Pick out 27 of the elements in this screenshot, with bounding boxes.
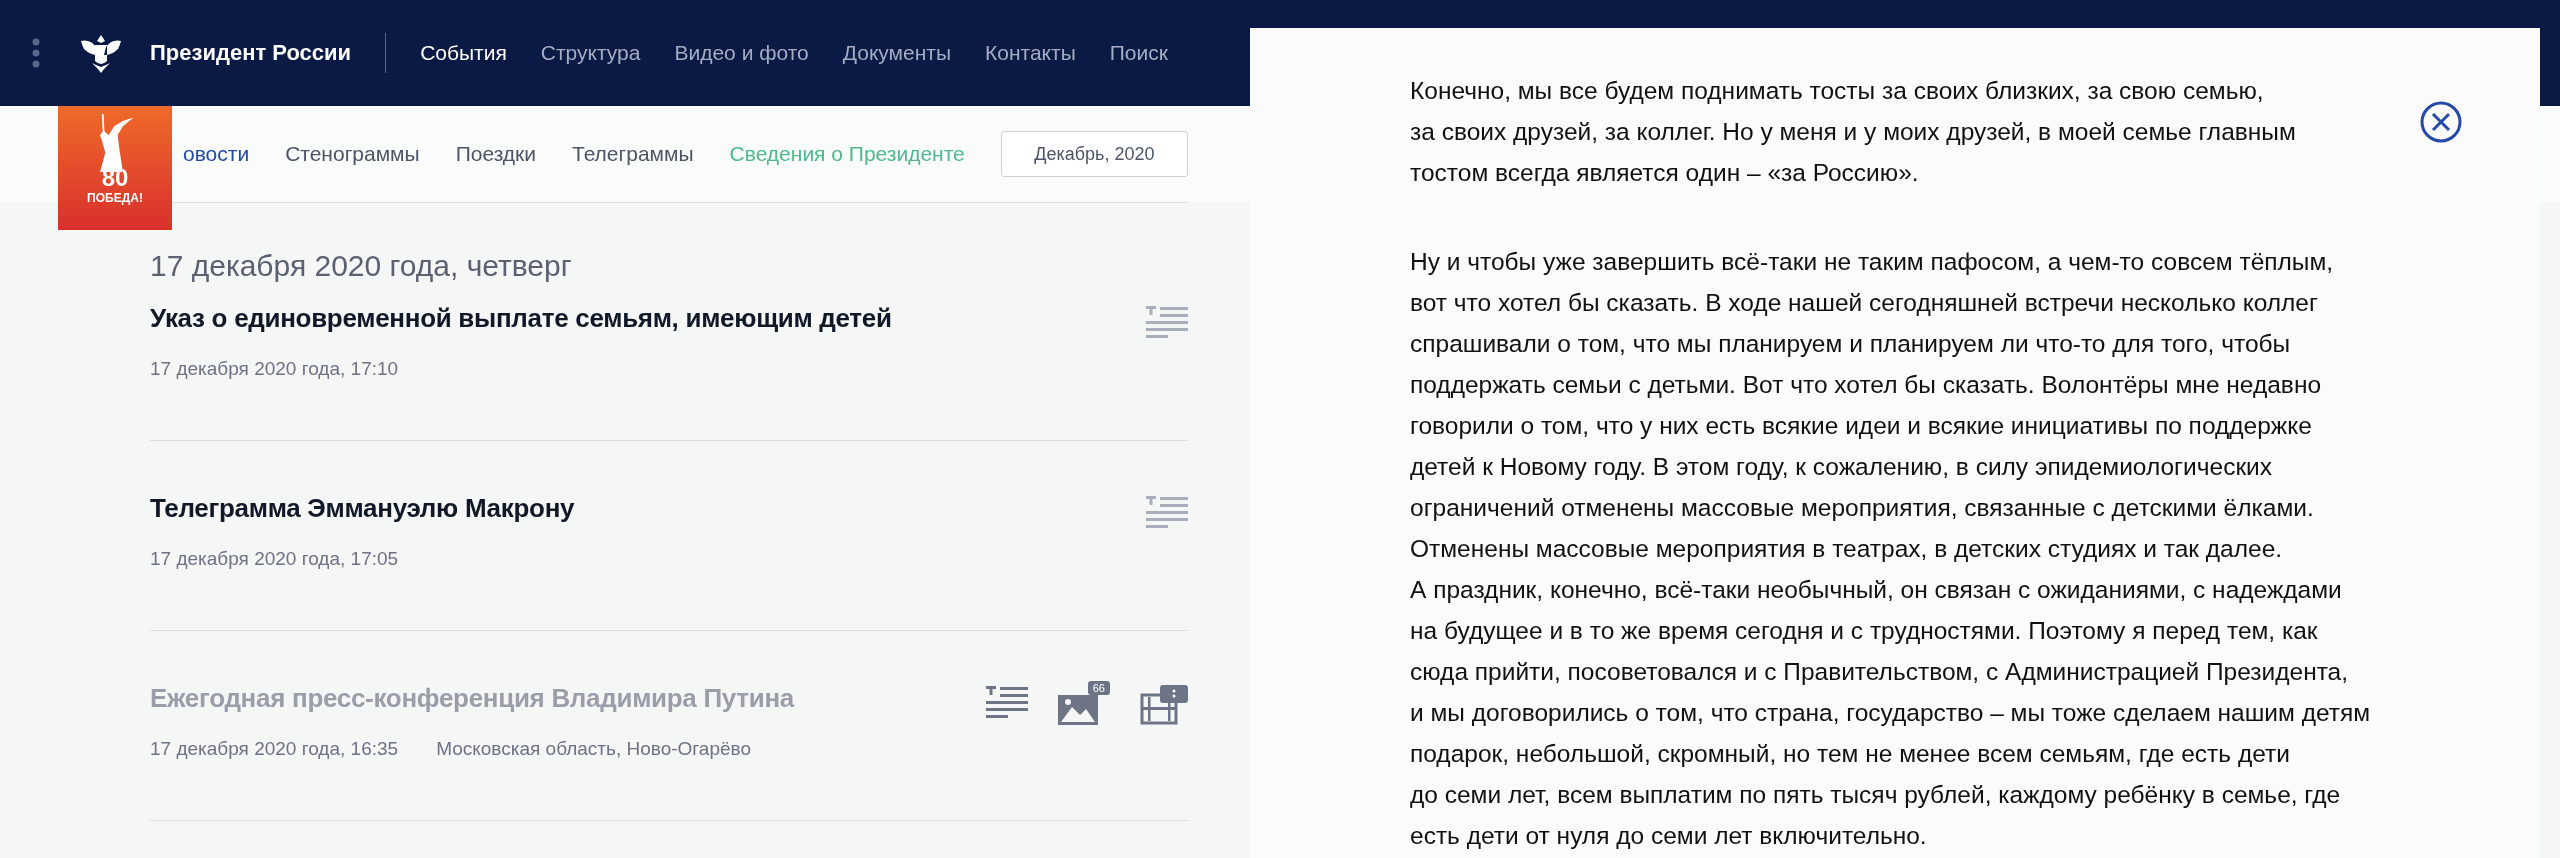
news-time: 17 декабря 2020 года, 17:10	[150, 358, 399, 380]
badge-caption: ПОБЕДА!	[87, 190, 143, 206]
nav-link[interactable]: События	[420, 41, 507, 65]
section-tab[interactable]: Поездки	[455, 142, 536, 166]
nav-link[interactable]: Документы	[842, 41, 952, 65]
transcript-paragraph: Конечно, мы все будем поднимать тосты за своих близких, за свою семью, за своих друзей, за коллег. Но у меня и у моих друзей, в моей семье главным тостом всегда является один – «за Россию».	[1410, 76, 2296, 188]
section-tab[interactable]: Стенограммы	[285, 142, 420, 166]
news-title-link[interactable]: Телеграмма Эммануэлю Макрону	[150, 493, 575, 524]
site-title[interactable]: Президент России	[150, 40, 352, 66]
transcript-paragraph: Ну и чтобы уже завершить всё-таки не таким пафосом, а чем-то совсем тёплым, вот что хотел бы сказать. В ходе нашей сегодняшней встречи несколько коллег спрашивали о том, что мы планируем и планируем ли что-то для того, чтобы поддержать семьи с детьми. Вот что хотел бы сказать. Волонтёры мне недавно говорили о том, что у них есть всякие идеи и всякие инициативы по поддержке детей к Новому году. В этом году, к сожалению, в силу эпидемиологических ограничений отменены массовые мероприятия, связанные с детскими ёлками. Отменены массовые мероприятия в театрах, в детских студиях и так далее. А праздник, конечно, всё-таки необычный, он связан с ожиданиями, с надеждами на будущее и в то же время сегодня и с трудностями. Поэтому я перед тем, как сюда прийти, посоветовался и с Правительством, с Администрацией Президента, и мы договорились о том, что страна, государство – мы тоже сделаем нашим детям подарок, небольшой, скромный, но тем не менее всем семьям, где есть дети до семи лет, всем выплатим по пять тысяч рублей, каждому ребёнку в семье, где есть дети от нуля до семи лет включительно.	[1410, 247, 2371, 851]
nav-link[interactable]: Видео и фото	[674, 41, 809, 65]
section-tab[interactable]: Телеграммы	[572, 142, 694, 166]
close-icon[interactable]	[2420, 101, 2462, 143]
news-time: 17 декабря 2020 года, 16:35	[150, 738, 399, 760]
date-heading: 17 декабря 2020 года, четверг	[150, 249, 573, 283]
news-title-link[interactable]: Указ о единовременной выплате семьям, имеющим детей	[150, 303, 892, 334]
news-place: Московская область, Ново-Огарёво	[436, 738, 751, 760]
nav-link[interactable]: Поиск	[1109, 41, 1168, 65]
month-picker-button[interactable]: Декабрь, 2020	[1000, 131, 1188, 177]
nav-link[interactable]: Контакты	[985, 41, 1076, 65]
section-tab[interactable]: овости	[183, 142, 250, 166]
nav-link[interactable]: Структура	[540, 41, 641, 65]
video-icon[interactable]	[1140, 685, 1188, 725]
more-icon[interactable]	[32, 38, 40, 68]
news-time: 17 декабря 2020 года, 17:05	[150, 548, 399, 570]
transcript-icon[interactable]	[986, 685, 1028, 721]
photo-count: 66	[1087, 681, 1110, 695]
